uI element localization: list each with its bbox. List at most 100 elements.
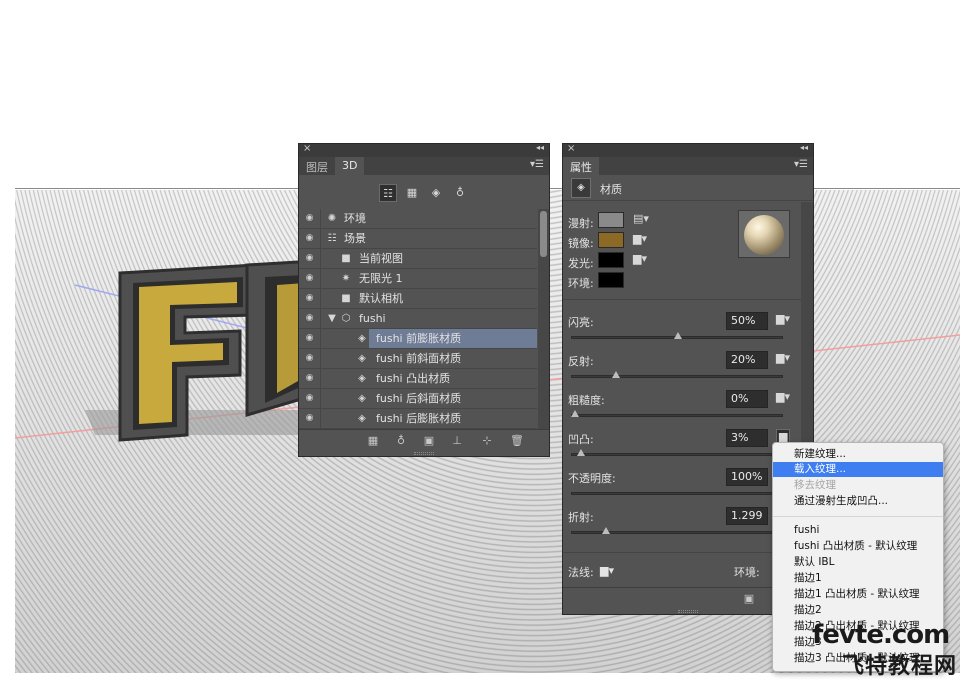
normals-label: 法线: [568, 566, 594, 579]
roughness-value-field[interactable]: 0% [726, 390, 768, 408]
expand-triangle-icon[interactable]: ▼ [325, 309, 339, 328]
panel-bottom-toolbar: ▦ ♁ ▣ ⊥ ⊹ 🗑 [299, 429, 549, 451]
bump-slider-track[interactable] [571, 453, 783, 456]
eye-icon[interactable]: ◉ [299, 389, 321, 408]
material-preview[interactable] [738, 210, 790, 258]
folder-icon[interactable]: ▆▾ [776, 312, 790, 325]
material-filter-icon[interactable]: ◈ [427, 184, 445, 202]
list-item[interactable]: ◉ ◈ fushi 前膨胀材质 [299, 329, 537, 349]
eye-icon[interactable]: ◉ [299, 229, 321, 248]
mesh-filter-icon[interactable]: ▦ [403, 184, 421, 202]
folder-icon[interactable]: ▆▾ [600, 564, 614, 577]
folder-icon[interactable]: ▆▾ [776, 390, 790, 403]
bump-value-field[interactable]: 3% [726, 429, 768, 447]
folder-icon[interactable]: ▆▾ [633, 232, 647, 245]
collapse-icon[interactable]: ◂◂ [536, 143, 544, 152]
watermark-domain: fevte.com [812, 620, 950, 650]
eye-icon[interactable]: ◉ [299, 289, 321, 308]
eye-icon[interactable]: ◉ [299, 249, 321, 268]
eye-icon[interactable]: ◉ [299, 409, 321, 428]
list-item[interactable]: ◉ ☷ 场景 [299, 229, 537, 249]
tab-properties[interactable]: 属性 [563, 157, 599, 175]
eye-icon[interactable]: ◉ [299, 309, 321, 328]
folder-icon[interactable]: ▆▾ [633, 252, 647, 265]
3d-panel[interactable]: × ◂◂ 图层 3D ▾☰ ☷ ▦ ◈ ♁ ◉ ✺ 环境 ◉ ☷ 场景 ◉ ■ … [298, 143, 550, 457]
mesh-icon: ⬡ [341, 313, 351, 324]
panel-menu-icon[interactable]: ▾☰ [794, 159, 808, 170]
normals-row: 法线: ▆▾ 环境: [568, 564, 796, 584]
close-icon[interactable]: × [567, 143, 575, 154]
reflection-slider-knob[interactable] [612, 371, 621, 378]
eye-icon[interactable]: ◉ [299, 369, 321, 388]
list-item[interactable]: ◉ ▼ ⬡ fushi [299, 309, 537, 329]
add-light-icon[interactable]: ♁ [393, 433, 409, 449]
texture-edit-icon[interactable]: ▤▾ [633, 212, 649, 225]
folder-icon[interactable]: ▆▾ [776, 351, 790, 364]
list-item[interactable]: ◉ ◈ fushi 后膨胀材质 [299, 409, 537, 429]
mesh-icon[interactable]: ▦ [365, 433, 381, 449]
opacity-value-field[interactable]: 100% [726, 468, 768, 486]
trash-icon[interactable]: 🗑 [509, 433, 525, 449]
reflection-label: 反射: [568, 355, 594, 368]
bump-slider-knob[interactable] [577, 449, 586, 456]
list-item[interactable]: ◉ ◈ fushi 凸出材质 [299, 369, 537, 389]
list-item[interactable]: ◉ ✷ 无限光 1 [299, 269, 537, 289]
menu-item[interactable]: 默认 IBL [773, 555, 943, 570]
menu-item-new-texture[interactable]: 新建纹理... [773, 447, 943, 462]
menu-item-generate-bump[interactable]: 通过漫射生成凹凸... [773, 494, 943, 509]
layer-label: 默认相机 [359, 292, 403, 305]
menu-item[interactable]: fushi [773, 523, 943, 538]
scene-icon: ☷ [327, 233, 337, 244]
diffuse-swatch[interactable] [598, 212, 624, 228]
specular-swatch[interactable] [598, 232, 624, 248]
list-item[interactable]: ◉ ✺ 环境 [299, 209, 537, 229]
opacity-slider-track[interactable] [571, 492, 783, 495]
resize-grip[interactable] [678, 610, 698, 613]
panel-titlebar[interactable]: × ◂◂ [299, 143, 549, 157]
reflection-slider-track[interactable] [571, 375, 783, 378]
roughness-slider-track[interactable] [571, 414, 783, 417]
list-item[interactable]: ◉ ■ 默认相机 [299, 289, 537, 309]
specular-label: 镜像: [568, 237, 594, 250]
new-light-icon[interactable]: ⊹ [479, 433, 495, 449]
close-icon[interactable]: × [303, 143, 311, 154]
reflection-value-field[interactable]: 20% [726, 351, 768, 369]
shine-value-field[interactable]: 50% [726, 312, 768, 330]
opacity-property: 不透明度: 100% [568, 468, 796, 506]
diffuse-label: 漫射: [568, 217, 594, 230]
eye-icon[interactable]: ◉ [299, 329, 321, 348]
refraction-slider-knob[interactable] [601, 527, 610, 534]
panel-menu-icon[interactable]: ▾☰ [530, 159, 544, 170]
menu-item[interactable]: 描边2 [773, 603, 943, 618]
scrollbar-thumb[interactable] [540, 211, 547, 257]
eye-icon[interactable]: ◉ [299, 209, 321, 228]
refraction-value-field[interactable]: 1.299 [726, 507, 768, 525]
menu-item-load-texture[interactable]: 载入纹理... [773, 462, 943, 477]
layer-list-scrollbar[interactable] [538, 209, 549, 429]
tab-3d[interactable]: 3D [335, 157, 365, 175]
layer-label: fushi 后膨胀材质 [376, 412, 462, 425]
tab-layers[interactable]: 图层 [299, 157, 335, 175]
menu-item[interactable]: 描边1 [773, 571, 943, 586]
collapse-icon[interactable]: ◂◂ [800, 143, 808, 152]
shine-slider-knob[interactable] [674, 332, 682, 339]
render-icon[interactable]: ▣ [421, 433, 437, 449]
scene-filter-icon[interactable]: ☷ [379, 184, 397, 202]
properties-header: ◈ 材质 [563, 175, 813, 201]
light-filter-icon[interactable]: ♁ [451, 184, 469, 202]
panel-titlebar[interactable]: × ◂◂ [563, 143, 813, 157]
roughness-slider-knob[interactable] [571, 410, 579, 417]
illumination-swatch[interactable] [598, 252, 624, 268]
ground-icon[interactable]: ⊥ [449, 433, 465, 449]
menu-item[interactable]: 描边1 凸出材质 - 默认纹理 [773, 587, 943, 602]
camera-icon: ■ [341, 253, 351, 264]
ambient-swatch[interactable] [598, 272, 624, 288]
menu-item[interactable]: fushi 凸出材质 - 默认纹理 [773, 539, 943, 554]
render-icon[interactable]: ▣ [741, 591, 757, 607]
eye-icon[interactable]: ◉ [299, 269, 321, 288]
resize-grip[interactable] [414, 452, 434, 455]
list-item[interactable]: ◉ ◈ fushi 后斜面材质 [299, 389, 537, 409]
list-item[interactable]: ◉ ■ 当前视图 [299, 249, 537, 269]
eye-icon[interactable]: ◉ [299, 349, 321, 368]
list-item[interactable]: ◉ ◈ fushi 前斜面材质 [299, 349, 537, 369]
